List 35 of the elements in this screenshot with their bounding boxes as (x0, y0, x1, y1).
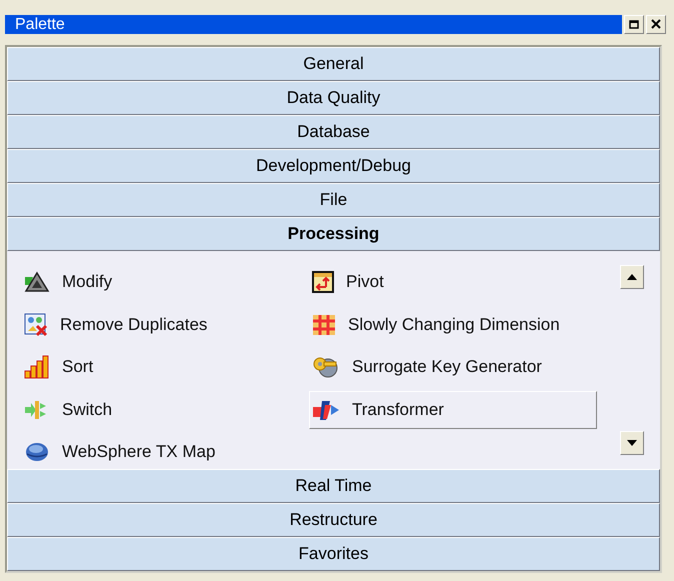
window-title: Palette (5, 14, 622, 34)
palette-item[interactable]: Remove Duplicates (21, 306, 309, 344)
close-button[interactable] (646, 14, 666, 34)
group-header[interactable]: Favorites (7, 537, 660, 571)
group-header[interactable]: Real Time (7, 469, 660, 503)
group-header[interactable]: Database (7, 115, 660, 149)
group-header[interactable]: Development/Debug (7, 149, 660, 183)
scroll-up-button[interactable] (620, 265, 644, 289)
restore-button[interactable] (624, 14, 644, 34)
remove-duplicates-icon (24, 312, 48, 336)
down-arrow-icon (627, 440, 637, 446)
palette-item[interactable]: Slowly Changing Dimension (309, 306, 597, 344)
group-header[interactable]: Data Quality (7, 81, 660, 115)
grid-icon (312, 312, 336, 336)
scroll-down-button[interactable] (620, 431, 644, 455)
group-header[interactable]: Processing (7, 217, 660, 251)
pivot-icon (312, 271, 334, 293)
palette-item[interactable]: Pivot (309, 263, 597, 301)
bar-chart-icon (24, 355, 50, 379)
up-arrow-icon (627, 274, 637, 280)
restore-icon (629, 20, 639, 28)
transformer-icon (312, 398, 340, 420)
globe-icon (24, 441, 50, 463)
palette-item[interactable]: WebSphere TX Map (21, 433, 309, 471)
palette-item[interactable]: Switch (21, 390, 309, 428)
palette-item[interactable]: Modify (21, 263, 309, 301)
palette-item[interactable]: Surrogate Key Generator (309, 348, 597, 386)
palette-item[interactable]: Transformer (309, 390, 597, 428)
close-icon (651, 19, 661, 29)
group-header[interactable]: General (7, 47, 660, 81)
group-header[interactable]: Restructure (7, 503, 660, 537)
key-gear-icon (312, 355, 340, 379)
palette-item[interactable]: Sort (21, 348, 309, 386)
group-header[interactable]: File (7, 183, 660, 217)
triangle-icon (24, 271, 50, 293)
